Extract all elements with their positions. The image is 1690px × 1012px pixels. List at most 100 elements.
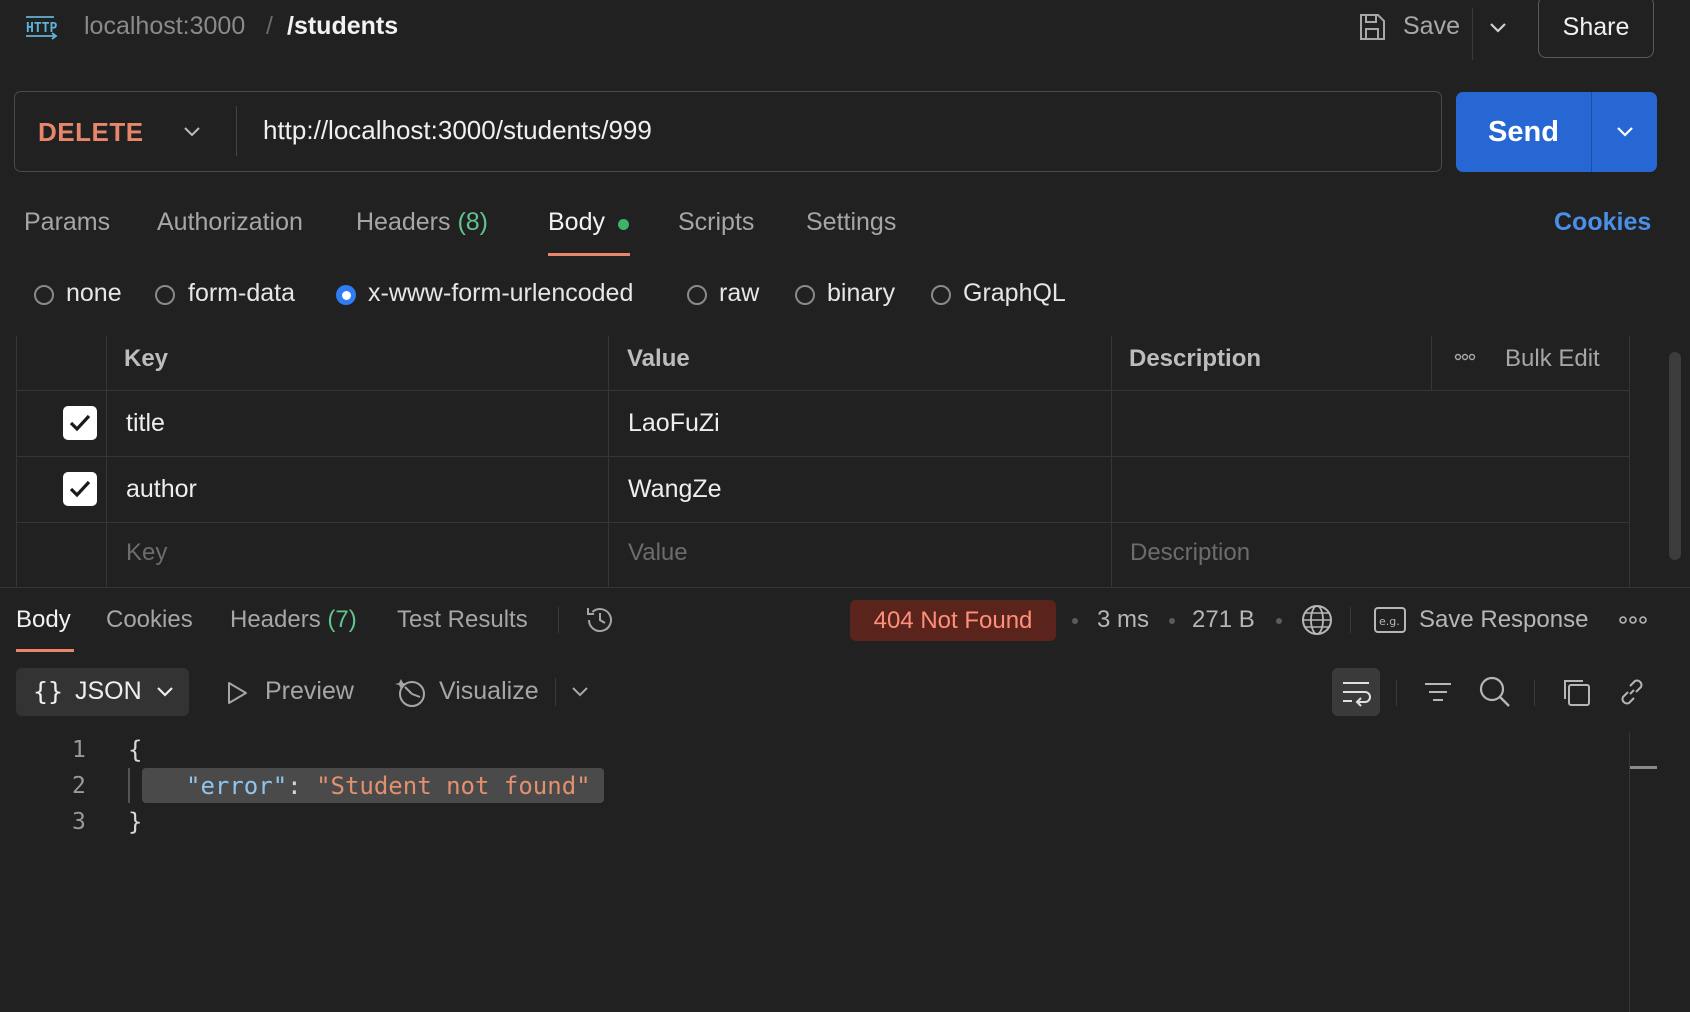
radio-label-x-www-form-urlencoded[interactable]: x-www-form-urlencoded: [368, 279, 633, 308]
row-key[interactable]: author: [126, 475, 197, 504]
history-icon[interactable]: [583, 603, 617, 637]
separator-dot: [1276, 618, 1282, 624]
chevron-down-icon: [155, 683, 175, 701]
check-icon: [69, 414, 91, 432]
copy-icon[interactable]: [1560, 676, 1592, 708]
scrollbar[interactable]: [1669, 352, 1681, 560]
share-button[interactable]: Share: [1538, 0, 1654, 58]
row-value[interactable]: WangZe: [628, 475, 722, 504]
divider: [236, 106, 237, 156]
bulk-edit-button[interactable]: Bulk Edit: [1505, 345, 1600, 373]
save-button[interactable]: Save: [1403, 12, 1460, 41]
visualize-button[interactable]: Visualize: [439, 677, 539, 706]
radio-label-raw[interactable]: raw: [719, 279, 759, 308]
response-tab-headers[interactable]: Headers (7): [230, 606, 357, 634]
line-number: 1: [72, 737, 86, 763]
tab-body[interactable]: Body: [548, 208, 605, 237]
tab-headers-label: Headers: [356, 208, 451, 236]
row-value[interactable]: LaoFuZi: [628, 409, 720, 438]
tab-headers[interactable]: Headers (8): [356, 208, 488, 237]
radio-label-form-data[interactable]: form-data: [188, 279, 295, 308]
separator-dot: [1072, 618, 1078, 624]
more-options-icon[interactable]: [1454, 352, 1476, 362]
chevron-down-icon[interactable]: [1488, 18, 1508, 38]
divider: [555, 678, 556, 706]
divider: [1534, 680, 1535, 706]
json-colon: :: [287, 772, 302, 800]
radio-label-graphql[interactable]: GraphQL: [963, 279, 1066, 308]
send-button[interactable]: Send: [1456, 92, 1591, 172]
radio-none[interactable]: [34, 285, 54, 305]
description-input-placeholder[interactable]: Description: [1130, 539, 1250, 567]
row-checkbox[interactable]: [63, 472, 97, 506]
row-checkbox[interactable]: [63, 406, 97, 440]
response-tab-cookies[interactable]: Cookies: [106, 606, 193, 634]
tab-active-indicator: [16, 649, 74, 652]
example-icon: e.g.: [1373, 606, 1407, 634]
indent-guide: [128, 768, 130, 803]
http-icon: HTTP: [24, 12, 60, 44]
wrap-icon: [1343, 682, 1371, 707]
breadcrumb-host[interactable]: localhost:3000: [84, 12, 245, 41]
play-icon: [224, 679, 250, 707]
row-key[interactable]: title: [126, 409, 165, 438]
radio-label-none[interactable]: none: [66, 279, 122, 308]
separator-dot: [1169, 618, 1175, 624]
tab-active-indicator: [548, 253, 630, 256]
radio-x-www-form-urlencoded[interactable]: [336, 285, 356, 305]
chevron-down-icon[interactable]: [182, 123, 202, 141]
status-badge[interactable]: 404 Not Found: [850, 600, 1056, 641]
response-time[interactable]: 3 ms: [1097, 606, 1149, 634]
body-modified-dot: [618, 219, 629, 230]
chevron-down-icon[interactable]: [570, 683, 590, 701]
save-response-button[interactable]: Save Response: [1419, 606, 1588, 634]
preview-button[interactable]: Preview: [265, 677, 354, 706]
tab-authorization[interactable]: Authorization: [157, 208, 303, 237]
table-border: [16, 456, 1630, 457]
braces-icon: {}: [33, 677, 64, 706]
more-options-icon[interactable]: [1618, 614, 1648, 626]
tab-params[interactable]: Params: [24, 208, 110, 237]
globe-icon[interactable]: [1300, 603, 1334, 637]
table-border: [1431, 336, 1432, 390]
divider: [1350, 607, 1351, 633]
editor-scrollbar-track[interactable]: [1629, 732, 1630, 1012]
filter-icon[interactable]: [1422, 676, 1454, 708]
radio-graphql[interactable]: [931, 285, 951, 305]
search-icon[interactable]: [1478, 675, 1512, 709]
pane-divider[interactable]: [0, 587, 1690, 588]
response-tab-body[interactable]: Body: [16, 606, 71, 634]
radio-raw[interactable]: [687, 285, 707, 305]
request-name[interactable]: /students: [287, 12, 398, 41]
cookies-link[interactable]: Cookies: [1554, 208, 1651, 237]
headers-count: (8): [457, 208, 489, 236]
response-tab-test-results[interactable]: Test Results: [397, 606, 528, 634]
code-open-brace: {: [128, 736, 143, 764]
response-headers-count: (7): [327, 606, 357, 633]
column-header-key: Key: [124, 345, 169, 372]
key-input-placeholder[interactable]: Key: [126, 539, 167, 567]
minimap-indicator[interactable]: [1630, 766, 1657, 769]
divider: [1396, 680, 1397, 706]
method-select[interactable]: DELETE: [38, 117, 144, 148]
radio-label-binary[interactable]: binary: [827, 279, 895, 308]
radio-form-data[interactable]: [155, 285, 175, 305]
response-size[interactable]: 271 B: [1192, 606, 1255, 634]
url-input[interactable]: http://localhost:3000/students/999: [263, 115, 652, 146]
send-options-button[interactable]: [1591, 92, 1657, 172]
radio-binary[interactable]: [795, 285, 815, 305]
line-number: 3: [72, 809, 86, 835]
wrap-lines-button[interactable]: [1332, 668, 1380, 716]
link-icon[interactable]: [1616, 676, 1648, 708]
save-icon[interactable]: [1357, 12, 1387, 42]
value-input-placeholder[interactable]: Value: [628, 539, 688, 567]
table-border: [608, 336, 609, 587]
url-bar: [14, 91, 1442, 172]
table-border: [1111, 336, 1112, 587]
visualize-icon: [395, 675, 429, 709]
code-line-2: "error": "Student not found": [186, 772, 591, 800]
svg-text:e.g.: e.g.: [1379, 615, 1400, 628]
table-border: [16, 522, 1630, 523]
tab-scripts[interactable]: Scripts: [678, 208, 754, 237]
tab-settings[interactable]: Settings: [806, 208, 896, 237]
